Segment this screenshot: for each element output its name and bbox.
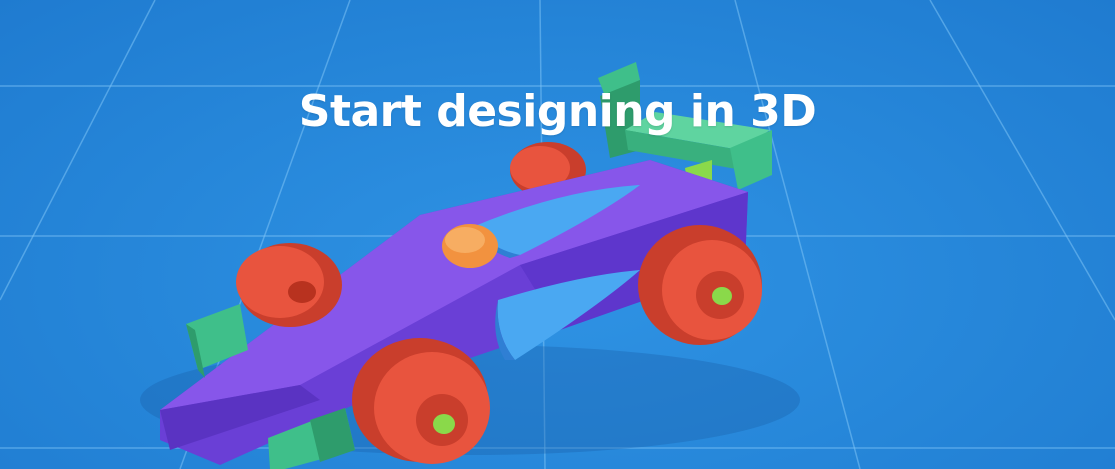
wheel-rear-right (638, 225, 762, 345)
driver-helmet (442, 224, 498, 268)
page-title: Start designing in 3D (298, 86, 817, 137)
wheel-front-left (236, 243, 342, 327)
race-car-illustration (140, 62, 800, 469)
hero-banner: Start designing in 3D (0, 0, 1115, 469)
